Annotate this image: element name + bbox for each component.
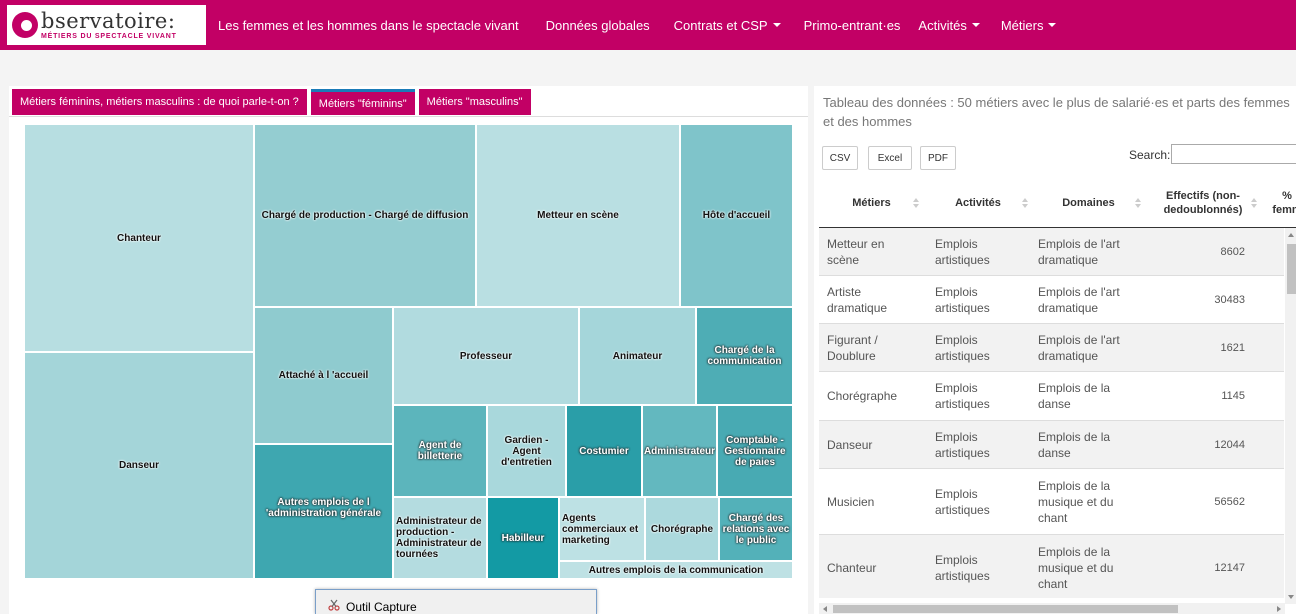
vertical-scrollbar[interactable] [1285,228,1296,604]
tab-divider [9,116,808,117]
nav-donnees-globales[interactable]: Données globales [546,18,650,33]
vertical-scroll-thumb[interactable] [1287,244,1296,294]
horizontal-scroll-thumb[interactable] [833,605,1178,613]
table-header: Métiers Activités Domaines Effectifs (no… [819,178,1296,228]
treemap-cell-charge-communication[interactable]: Chargé de la communication [696,307,793,405]
chevron-down-icon [772,23,781,27]
table-title: Tableau des données : 50 métiers avec le… [823,95,1290,129]
tab-metiers-feminins[interactable]: Métiers "féminins" [310,89,415,115]
table-row[interactable]: Chanteur Emplois artistiques Emplois de … [819,535,1284,598]
treemap-cell-administrateur[interactable]: Administrateur [642,405,717,497]
nav-metiers[interactable]: Métiers [1001,18,1057,33]
search-input[interactable] [1171,144,1296,164]
excel-button[interactable]: Excel [868,146,912,170]
logo-main-text: bservatoire: [41,8,176,33]
logo-circle-icon [12,12,38,38]
table-row[interactable]: Danseur Emplois artistiques Emplois de l… [819,421,1284,469]
treemap-cell-habilleur[interactable]: Habilleur [487,497,559,579]
scroll-down-icon[interactable] [1288,595,1294,599]
table-row[interactable]: Figurant / Doublure Emplois artistiques … [819,324,1284,372]
treemap-cell-administrateur-production[interactable]: Administrateur de production - Administr… [393,497,487,579]
column-header-metiers[interactable]: Métiers [819,178,924,228]
sort-icon [913,198,919,208]
sort-icon [1135,198,1141,208]
sort-icon [1251,198,1257,208]
chevron-down-icon [971,23,980,27]
chevron-down-icon [1048,23,1057,27]
table-row[interactable]: Artiste dramatique Emplois artistiques E… [819,276,1284,324]
nav-activites[interactable]: Activités [918,18,980,33]
treemap-cell-danseur[interactable]: Danseur [24,352,254,579]
scroll-up-icon[interactable] [1288,233,1294,237]
treemap-cell-agent-billetterie[interactable]: Agent de billetterie [393,405,487,497]
tab-metiers-masculins[interactable]: Métiers "masculins" [418,89,531,115]
treemap-cell-hote-accueil[interactable]: Hôte d'accueil [680,124,793,307]
scissors-icon [328,599,340,611]
treemap-cell-charge-production[interactable]: Chargé de production - Chargé de diffusi… [254,124,476,307]
tab-metiers-feminins-masculins[interactable]: Métiers féminins, métiers masculins : de… [12,89,307,115]
column-header-pct-femmes[interactable]: % femm [1267,178,1296,228]
nav-femmes-hommes[interactable]: Les femmes et les hommes dans le spectac… [218,18,519,33]
column-header-effectifs[interactable]: Effectifs (non-dedoublonnés) [1145,178,1261,228]
top-navbar: bservatoire: MÉTIERS DU SPECTACLE VIVANT… [0,0,1296,50]
nav-contrats-csp[interactable]: Contrats et CSP [674,18,781,33]
treemap-cell-agents-commerciaux[interactable]: Agents commerciaux et marketing [559,497,645,561]
treemap-cell-autres-communication[interactable]: Autres emplois de la communication [559,561,793,579]
scroll-left-icon[interactable] [823,606,827,612]
treemap-cell-comptable[interactable]: Comptable - Gestionnaire de paies [717,405,793,497]
treemap-cell-relations-public[interactable]: Chargé des relations avec le public [719,497,793,561]
treemap-cell-attache-accueil[interactable]: Attaché à l 'accueil [254,307,393,444]
capture-tool-title: Outil Capture [346,600,417,614]
sort-icon [1022,198,1028,208]
observatoire-logo[interactable]: bservatoire: MÉTIERS DU SPECTACLE VIVANT [7,5,206,45]
treemap-cell-professeur[interactable]: Professeur [393,307,579,405]
treemap-chart: Chanteur Danseur Chargé de production - … [24,124,793,579]
pdf-button[interactable]: PDF [920,146,956,170]
horizontal-scrollbar[interactable] [819,603,1285,614]
capture-tool-window[interactable]: Outil Capture [315,589,597,614]
search-label: Search: [1129,148,1171,162]
treemap-cell-costumier[interactable]: Costumier [566,405,642,497]
treemap-cell-choregraphe[interactable]: Chorégraphe [645,497,719,561]
treemap-cell-animateur[interactable]: Animateur [579,307,696,405]
logo-subtitle: MÉTIERS DU SPECTACLE VIVANT [41,32,177,40]
csv-button[interactable]: CSV [822,146,858,170]
treemap-cell-chanteur[interactable]: Chanteur [24,124,254,352]
table-row[interactable]: Chorégraphe Emplois artistiques Emplois … [819,372,1284,421]
table-body: Metteur en scène Emplois artistiques Emp… [819,228,1284,598]
treemap-cell-autres-admin[interactable]: Autres emplois de l 'administration géné… [254,444,393,579]
column-header-activites[interactable]: Activités [924,178,1032,228]
column-header-domaines[interactable]: Domaines [1032,178,1145,228]
scroll-right-icon[interactable] [1277,606,1281,612]
treemap-cell-metteur-en-scene[interactable]: Metteur en scène [476,124,680,307]
table-row[interactable]: Musicien Emplois artistiques Emplois de … [819,469,1284,535]
nav-primo-entrants[interactable]: Primo-entrant·es [804,18,901,33]
table-row[interactable]: Metteur en scène Emplois artistiques Emp… [819,228,1284,276]
treemap-cell-gardien[interactable]: Gardien - Agent d'entretien [487,405,566,497]
